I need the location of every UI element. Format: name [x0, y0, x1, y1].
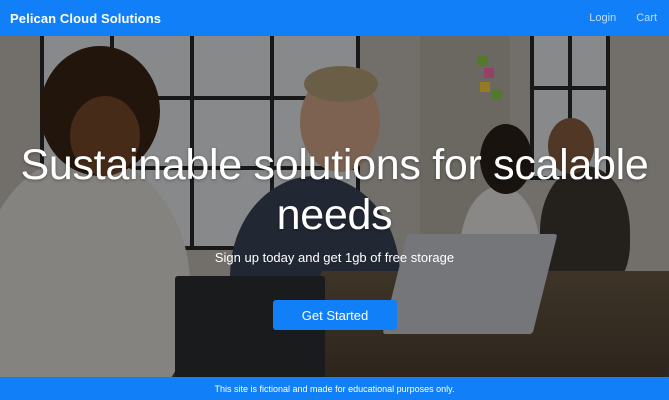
login-link[interactable]: Login — [589, 12, 616, 24]
brand-logo-link[interactable]: Pelican Cloud Solutions — [10, 11, 161, 26]
hero-title: Sustainable solutions for scalable needs — [20, 141, 649, 239]
footer: This site is fictional and made for educ… — [0, 377, 669, 400]
hero-subtitle: Sign up today and get 1gb of free storag… — [214, 250, 455, 265]
navbar: Pelican Cloud Solutions Login Cart — [0, 0, 669, 36]
footer-disclaimer: This site is fictional and made for educ… — [214, 383, 455, 394]
cart-link[interactable]: Cart — [636, 12, 657, 24]
get-started-button[interactable]: Get Started — [273, 300, 397, 330]
hero-section: Sustainable solutions for scalable needs… — [0, 36, 669, 377]
nav-links: Login Cart — [589, 12, 657, 24]
hero-content: Sustainable solutions for scalable needs… — [0, 36, 669, 377]
